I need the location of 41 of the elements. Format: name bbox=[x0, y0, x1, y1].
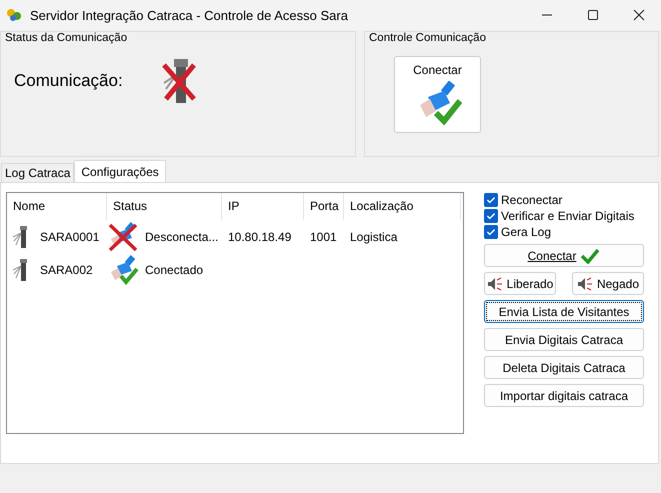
tab[interactable]: Log Catraca bbox=[1, 163, 74, 182]
speaker-icon bbox=[486, 276, 503, 290]
connect-button[interactable]: Conectar bbox=[394, 56, 481, 133]
table-cell: Conectado bbox=[145, 262, 204, 276]
column-header[interactable]: Porta bbox=[304, 193, 344, 220]
column-header[interactable]: IP bbox=[222, 193, 304, 220]
checkbox[interactable] bbox=[484, 209, 498, 223]
checkmark-icon bbox=[485, 226, 497, 238]
checkmark-icon bbox=[485, 210, 497, 222]
action-button[interactable]: Deleta Digitais Catraca bbox=[484, 356, 644, 379]
table-cell: 1001 bbox=[310, 230, 337, 244]
checkbox-label[interactable]: Reconectar bbox=[501, 193, 562, 207]
maximize-icon[interactable] bbox=[587, 9, 599, 21]
group-title: Status da Comunicação bbox=[4, 31, 128, 45]
checkmark-icon bbox=[580, 248, 600, 264]
checkmark-icon bbox=[485, 194, 497, 206]
table-cell: Logistica bbox=[350, 230, 398, 244]
action-button[interactable]: Envia Digitais Catraca bbox=[484, 328, 644, 351]
communication-label: Comunicação: bbox=[14, 71, 124, 91]
checkbox[interactable] bbox=[484, 193, 498, 207]
column-header[interactable]: Localização bbox=[344, 193, 461, 220]
table-cell: Desconecta... bbox=[145, 230, 218, 244]
sound-button[interactable]: Liberado bbox=[484, 272, 556, 295]
close-icon[interactable] bbox=[633, 9, 645, 21]
column-header[interactable]: Status bbox=[107, 193, 222, 220]
checkbox-label[interactable]: Gera Log bbox=[501, 225, 552, 239]
action-button[interactable]: Importar digitais catraca bbox=[484, 384, 644, 407]
column-header[interactable]: Nome bbox=[7, 193, 107, 220]
checkbox-label[interactable]: Verificar e Enviar Digitais bbox=[501, 209, 634, 223]
tab[interactable]: Configurações bbox=[74, 160, 166, 182]
connect-button[interactable]: Conectar bbox=[484, 244, 644, 267]
checkbox[interactable] bbox=[484, 225, 498, 239]
group-title: Controle Comunicação bbox=[368, 31, 487, 45]
app-icon bbox=[6, 7, 22, 23]
sound-button[interactable]: Negado bbox=[572, 272, 644, 295]
table-cell: 10.80.18.49 bbox=[228, 230, 292, 244]
table-cell: SARA002 bbox=[40, 262, 93, 276]
speaker-icon bbox=[576, 276, 593, 290]
table-cell: SARA0001 bbox=[40, 230, 100, 244]
window-title: Servidor Integração Catraca - Controle de Acesso Sara bbox=[30, 8, 349, 22]
action-button[interactable]: Envia Lista de Visitantes bbox=[484, 300, 644, 323]
